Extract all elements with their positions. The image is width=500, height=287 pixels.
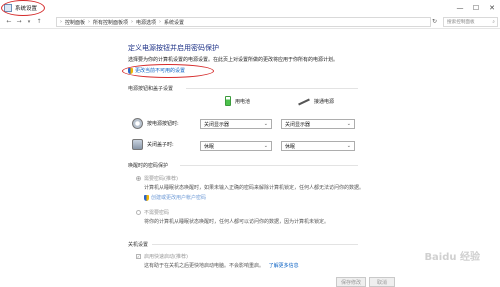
save-changes-button[interactable]: 保存修改 [336,277,366,287]
search-placeholder: 搜索控制面板 [447,20,475,25]
breadcrumb-separator: › [131,19,134,25]
cancel-button[interactable]: 取消 [369,277,395,287]
close-lid-battery-select[interactable]: 休眠 ⌄ [200,141,272,151]
breadcrumb-system-settings[interactable]: 系统设置 [164,19,184,26]
chevron-down-icon: ⌄ [346,121,351,127]
recent-chevron-icon[interactable]: ▾ [24,19,34,25]
chevron-down-icon: ⌄ [346,143,351,149]
back-arrow-icon[interactable]: ← [4,18,14,25]
breadcrumb-separator: › [60,19,62,25]
learn-more-link[interactable]: 了解更多信息 [269,263,299,269]
divider [152,244,358,245]
power-button-battery-select[interactable]: 关闭显示器 ⌄ [200,119,272,129]
select-value: 休眠 [204,143,215,150]
breadcrumb-control-panel[interactable]: 控制面板 [65,19,85,26]
require-password-label: 需要密码(推荐) [144,176,178,182]
radio-empty-icon [136,210,141,215]
fast-startup-desc-text: 这有助于在关机之后更快地启动电脑。不会影响重启。 [144,263,265,269]
select-value: 休眠 [285,143,296,150]
chevron-down-icon: ⌄ [263,143,268,149]
col-plugged-label: 接通电源 [314,99,335,105]
minimize-button[interactable]: — [452,0,468,15]
col-head-battery: 用电池 [225,96,250,106]
require-password-radio[interactable]: 需要密码(推荐) [136,175,178,182]
checkbox-checked-icon: ✓ [136,254,141,259]
fast-startup-checkbox[interactable]: ✓ 启用快速启动(推荐) [136,253,188,260]
laptop-lid-icon [132,139,143,150]
require-password-description: 计算机从睡眠状态唤醒时，如果未输入正确的密码来解除计算机锁定，任何人都无法访问你… [144,185,365,191]
close-button[interactable]: ✕ [484,0,500,15]
maximize-button[interactable]: ☐ [468,0,484,15]
annotation-ellipse-title [1,0,45,16]
up-arrow-icon[interactable]: ↑ [34,18,44,25]
address-bar: ← → ▾ ↑ › 控制面板 › 所有控制面板项 › 电源选项 › 系统设置 ↻… [0,15,500,29]
row-power-button: 按电源按钮时: [132,118,179,129]
breadcrumb[interactable]: › 控制面板 › 所有控制面板项 › 电源选项 › 系统设置 [56,17,431,27]
page-title: 定义电源按钮并启用密码保护 [128,44,219,52]
no-password-radio[interactable]: 不需要密码 [136,209,169,216]
col-battery-label: 用电池 [235,98,251,105]
window-controls: — ☐ ✕ [452,0,500,15]
fast-startup-label: 启用快速启动(推荐) [144,254,188,260]
close-lid-plugged-select[interactable]: 休眠 ⌄ [281,141,355,151]
refresh-icon[interactable]: ↻ [432,18,437,25]
power-button-label: 按电源按钮时: [147,121,179,127]
watermark: Baidu 经验 [424,252,480,263]
title-bar: 系统设置 — ☐ ✕ [0,0,500,15]
power-button-icon [132,118,143,129]
page-description: 选择要为你的计算机设置的电源设置。在此页上对设置所做的更改将应用于你所有的电源计… [128,57,339,63]
close-lid-label: 关闭盖子时: [147,142,174,148]
breadcrumb-separator: › [159,19,162,25]
search-icon: ⌕ [492,20,495,25]
divider [180,165,358,166]
breadcrumb-power-options[interactable]: 电源选项 [136,19,156,26]
system-settings-window: 系统设置 — ☐ ✕ ← → ▾ ↑ › 控制面板 › 所有控制面板项 › 电源… [0,0,500,287]
power-button-plugged-select[interactable]: 关闭显示器 ⌄ [281,119,355,129]
section-title-shutdown: 关机设置 [128,242,149,248]
uac-shield-icon [144,194,149,201]
radio-selected-icon [136,176,141,181]
power-plug-icon [298,99,310,105]
select-value: 关闭显示器 [204,121,230,128]
breadcrumb-separator: › [88,19,91,25]
create-password-link[interactable]: 创建或更改用户帐户密码 [144,194,206,201]
col-head-plugged: 接通电源 [298,98,334,105]
search-input[interactable]: 搜索控制面板 ⌕ [443,17,498,27]
section-title-power-buttons: 电源按钮和盖子设置 [128,86,174,92]
battery-icon [225,96,231,106]
no-password-description: 将你的计算机从睡眠状态唤醒时，任何人都可以访问你的数据，因为计算机未锁定。 [144,219,330,225]
select-value: 关闭显示器 [285,121,311,128]
create-password-link-label: 创建或更改用户帐户密码 [151,195,207,201]
breadcrumb-all-items[interactable]: 所有控制面板项 [93,19,128,26]
chevron-down-icon: ⌄ [263,121,268,127]
fast-startup-description: 这有助于在关机之后更快地启动电脑。不会影响重启。 了解更多信息 [144,262,299,269]
row-close-lid: 关闭盖子时: [132,139,174,150]
annotation-ellipse-change-link [122,64,214,78]
forward-arrow-icon[interactable]: → [14,18,24,25]
main-content: 定义电源按钮并启用密码保护 选择要为你的计算机设置的电源设置。在此页上对设置所做… [0,30,500,287]
no-password-label: 不需要密码 [144,210,170,216]
divider [186,88,358,89]
section-title-wake-password: 唤醒时的密码保护 [128,163,169,169]
